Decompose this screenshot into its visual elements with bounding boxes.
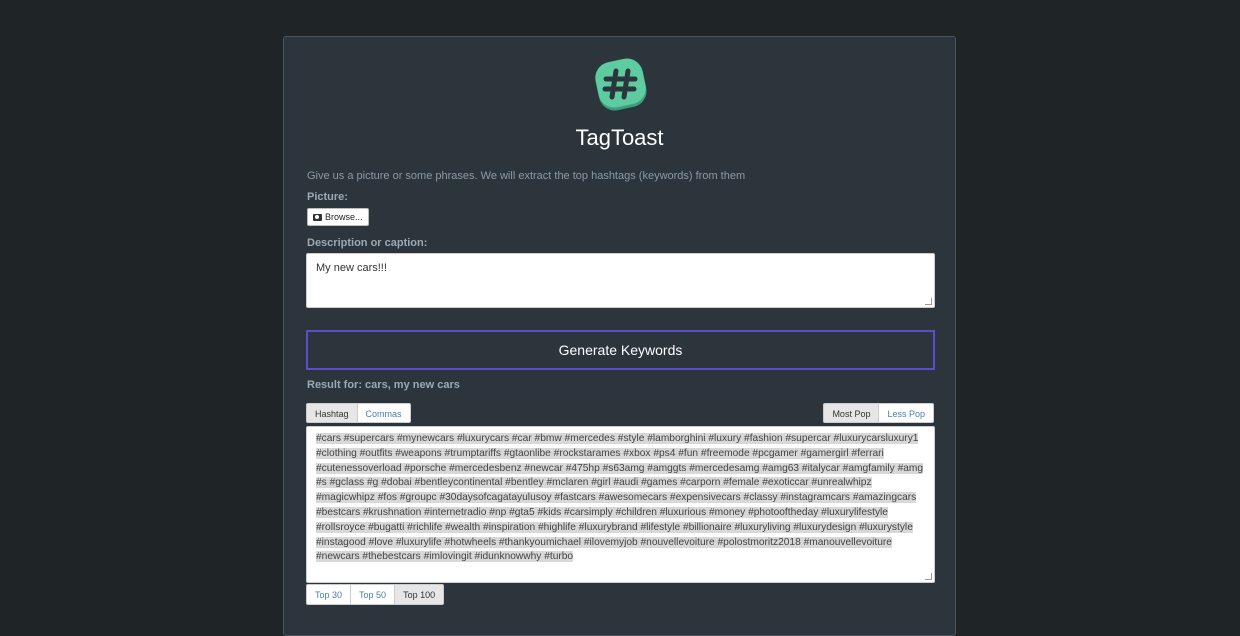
tab-less-pop[interactable]: Less Pop [879, 403, 934, 423]
app-title: TagToast [575, 125, 664, 150]
tab-top-30[interactable]: Top 30 [306, 584, 352, 605]
resize-handle[interactable] [925, 298, 932, 305]
top-count-toggle: Top 30 Top 50 Top 100 [306, 584, 445, 605]
hashtag-logo-icon [595, 58, 647, 111]
browse-button[interactable]: Browse... [307, 208, 369, 226]
tab-top-50[interactable]: Top 50 [351, 584, 396, 605]
main-panel: TagToast Give us a picture or some phras… [283, 36, 956, 636]
format-toggle: Hashtag Commas [306, 403, 411, 423]
tab-commas[interactable]: Commas [357, 403, 411, 423]
picture-label: Picture: [307, 191, 348, 203]
popularity-toggle: Most Pop Less Pop [823, 403, 934, 423]
camera-icon [313, 213, 322, 221]
browse-button-label: Browse... [325, 212, 363, 222]
intro-text: Give us a picture or some phrases. We wi… [307, 170, 746, 182]
hashtags-text: #cars #supercars #mynewcars #luxurycars … [316, 433, 924, 563]
tab-top-100[interactable]: Top 100 [395, 584, 445, 605]
tab-hashtag[interactable]: Hashtag [306, 403, 358, 423]
caption-textarea[interactable]: My new cars!!! [306, 253, 935, 308]
generate-keywords-button[interactable]: Generate Keywords [306, 330, 935, 370]
hashtags-output[interactable]: #cars #supercars #mynewcars #luxurycars … [306, 426, 935, 583]
result-label: Result for: cars, my new cars [307, 379, 460, 391]
caption-text: My new cars!!! [316, 262, 387, 274]
tab-most-pop[interactable]: Most Pop [823, 403, 880, 423]
resize-handle[interactable] [925, 573, 932, 580]
caption-label: Description or caption: [307, 237, 428, 249]
